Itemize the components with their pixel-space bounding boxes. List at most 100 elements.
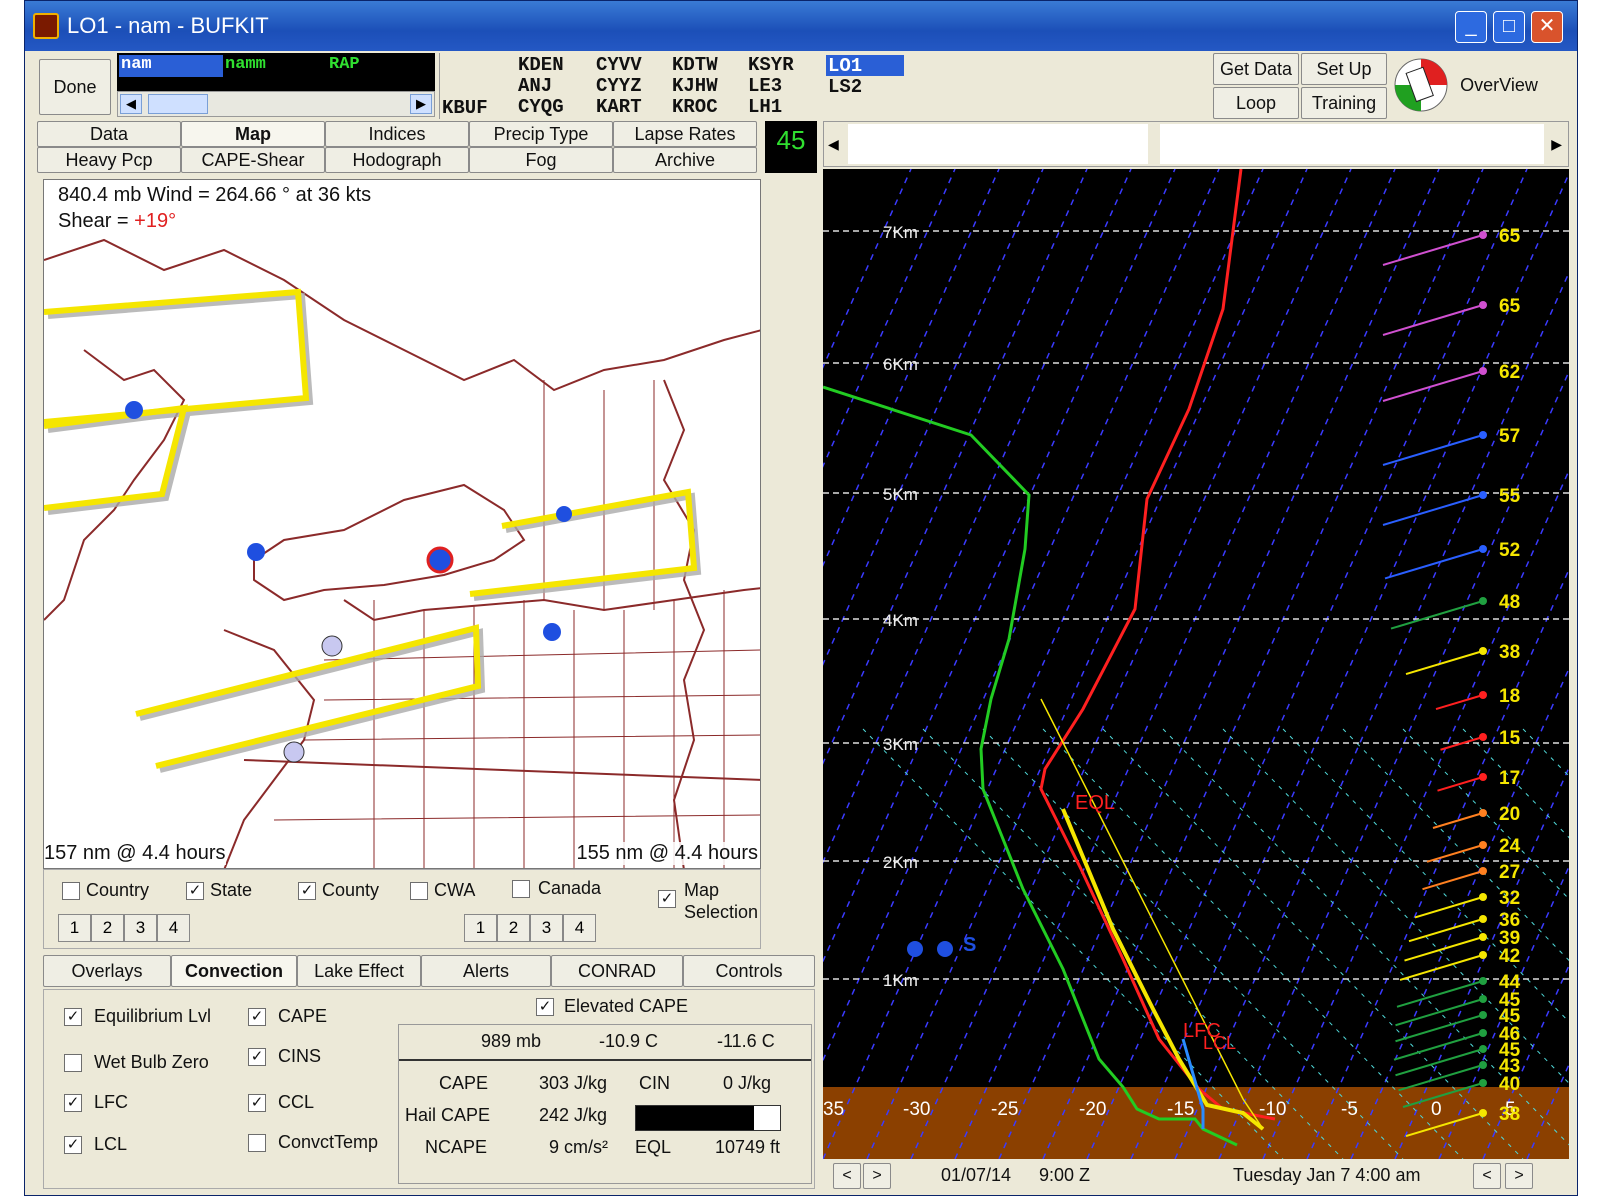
elevated-cape-checkbox[interactable]: ✓ <box>536 998 554 1016</box>
prev-time-button[interactable]: < <box>833 1163 861 1189</box>
get-data-button[interactable]: Get Data <box>1213 53 1299 85</box>
station-item[interactable]: CYVV <box>596 55 642 76</box>
station-item[interactable]: KART <box>596 97 642 118</box>
time-scrollbar[interactable]: ◀ ▶ <box>823 121 1569 167</box>
temp-axis-label: -10 <box>1259 1099 1286 1120</box>
cins-checkbox[interactable]: ✓ <box>248 1048 266 1066</box>
ccl-checkbox[interactable]: ✓ <box>248 1094 266 1112</box>
tab-hodograph[interactable]: Hodograph <box>325 147 469 173</box>
loop-button[interactable]: Loop <box>1213 87 1299 119</box>
station-item[interactable]: CYYZ <box>596 76 642 97</box>
wind-barb-dot <box>1479 1079 1487 1087</box>
lcl-checkbox[interactable]: ✓ <box>64 1136 82 1154</box>
map-panel[interactable]: 840.4 mb Wind = 264.66 ° at 36 kts Shear… <box>43 179 761 869</box>
tab-conrad[interactable]: CONRAD <box>551 955 683 987</box>
scroll-left-icon[interactable]: ◀ <box>828 136 839 153</box>
wind-barb <box>1390 600 1484 630</box>
maximize-icon[interactable]: □ <box>1493 11 1525 43</box>
county-map[interactable] <box>44 180 761 869</box>
tab-convection[interactable]: Convection <box>171 955 297 987</box>
scroll-left-icon[interactable]: ◀ <box>120 94 142 114</box>
map-set-left-1-button[interactable]: 1 <box>58 914 91 942</box>
model-scrollbar[interactable]: ◀ ▶ <box>117 91 435 117</box>
tab-data[interactable]: Data <box>37 121 181 147</box>
model-nam[interactable]: nam <box>121 55 152 74</box>
cape-checkbox[interactable]: ✓ <box>248 1008 266 1026</box>
map-set-right-4-button[interactable]: 4 <box>563 914 596 942</box>
country-checkbox[interactable] <box>62 882 80 900</box>
tab-archive[interactable]: Archive <box>613 147 757 173</box>
map-set-right-3-button[interactable]: 3 <box>530 914 563 942</box>
eql-label: EQL <box>635 1137 672 1157</box>
next-day-button[interactable]: > <box>1505 1163 1533 1189</box>
sounding-panel[interactable]: 7Km 6Km 5Km 4Km 3Km 2Km 1Km EQL LFC LCL S 35 -3… <box>823 169 1569 1159</box>
wind-speed-label: 24 <box>1499 836 1521 857</box>
tab-fog[interactable]: Fog <box>469 147 613 173</box>
tab-controls[interactable]: Controls <box>683 955 815 987</box>
wind-barb <box>1426 844 1484 863</box>
equilibrium-lvl-checkbox[interactable]: ✓ <box>64 1008 82 1026</box>
next-time-button[interactable]: > <box>863 1163 891 1189</box>
lfc-checkbox[interactable]: ✓ <box>64 1094 82 1112</box>
close-icon[interactable]: ✕ <box>1531 11 1563 43</box>
done-button[interactable]: Done <box>39 59 111 115</box>
convcttemp-checkbox[interactable] <box>248 1134 266 1152</box>
tab-indices[interactable]: Indices <box>325 121 469 147</box>
model-list[interactable]: nam namm RAP <box>117 53 435 91</box>
map-set-left-2-button[interactable]: 2 <box>91 914 124 942</box>
station-item[interactable]: KROC <box>672 97 718 118</box>
station-item[interactable]: KSYR <box>748 55 794 76</box>
tab-alerts[interactable]: Alerts <box>421 955 551 987</box>
wind-barb-dot <box>1479 545 1487 553</box>
map-wind-readout: 840.4 mb Wind = 264.66 ° at 36 kts <box>58 184 372 206</box>
cape-label: CAPE <box>278 1006 328 1026</box>
map-set-right-1-button[interactable]: 1 <box>464 914 497 942</box>
station-item[interactable]: LE3 <box>748 76 794 97</box>
map-set-right-2-button[interactable]: 2 <box>497 914 530 942</box>
station-item-selected[interactable]: LO1 <box>828 55 862 77</box>
lcl-marker: LCL <box>1203 1033 1236 1053</box>
status-time: 9:00 Z <box>1039 1165 1091 1185</box>
title-bar[interactable]: LO1 - nam - BUFKIT _ □ ✕ <box>25 1 1577 51</box>
set-up-button[interactable]: Set Up <box>1301 53 1387 85</box>
tab-overlays[interactable]: Overlays <box>43 955 171 987</box>
station-item[interactable]: KBUF <box>442 97 488 119</box>
station-item[interactable]: ANJ <box>518 76 564 97</box>
county-checkbox[interactable]: ✓ <box>298 882 316 900</box>
cwa-checkbox[interactable] <box>410 882 428 900</box>
state-checkbox[interactable]: ✓ <box>186 882 204 900</box>
wind-barb <box>1382 234 1484 266</box>
skew-t-diagram[interactable]: 7Km6Km5Km4Km3Km2Km1Km EQL LFC LCL S 35 -3… <box>823 169 1569 1159</box>
canada-checkbox[interactable] <box>512 880 530 898</box>
overview-button[interactable]: OverView <box>1453 53 1545 119</box>
station-item[interactable]: KJHW <box>672 76 718 97</box>
training-button[interactable]: Training <box>1301 87 1387 119</box>
model-namm[interactable]: namm <box>225 55 266 74</box>
isotherm-line <box>910 169 1352 1159</box>
map-set-left-4-button[interactable]: 4 <box>157 914 190 942</box>
minimize-icon[interactable]: _ <box>1455 11 1487 43</box>
station-item[interactable]: CYQG <box>518 97 564 118</box>
station-item[interactable]: KDTW <box>672 55 718 76</box>
tab-lake-effect[interactable]: Lake Effect <box>297 955 421 987</box>
station-item[interactable]: LS2 <box>828 76 862 98</box>
scroll-right-icon[interactable]: ▶ <box>1551 136 1562 153</box>
map-set-left-3-button[interactable]: 3 <box>124 914 157 942</box>
storm-marker: S <box>963 934 976 956</box>
tab-precip-type[interactable]: Precip Type <box>469 121 613 147</box>
prev-day-button[interactable]: < <box>1473 1163 1501 1189</box>
tab-map[interactable]: Map <box>181 121 325 147</box>
wind-speed-label: 38 <box>1499 1104 1520 1125</box>
wet-bulb-zero-checkbox[interactable] <box>64 1054 82 1072</box>
scroll-thumb[interactable] <box>148 94 208 114</box>
tab-cape-shear[interactable]: CAPE-Shear <box>181 147 325 173</box>
tab-lapse-rates[interactable]: Lapse Rates <box>613 121 757 147</box>
station-item[interactable]: LH1 <box>748 97 794 118</box>
wind-barb-dot <box>1479 893 1487 901</box>
map-selection-checkbox[interactable]: ✓ <box>658 890 676 908</box>
station-item[interactable]: KDEN <box>518 55 564 76</box>
model-rap[interactable]: RAP <box>329 55 360 74</box>
tab-heavy-pcp[interactable]: Heavy Pcp <box>37 147 181 173</box>
station-list[interactable]: KDEN ANJ CYQG KBUF CYVV CYYZ KART KDTW K… <box>439 53 1209 119</box>
scroll-right-icon[interactable]: ▶ <box>410 94 432 114</box>
